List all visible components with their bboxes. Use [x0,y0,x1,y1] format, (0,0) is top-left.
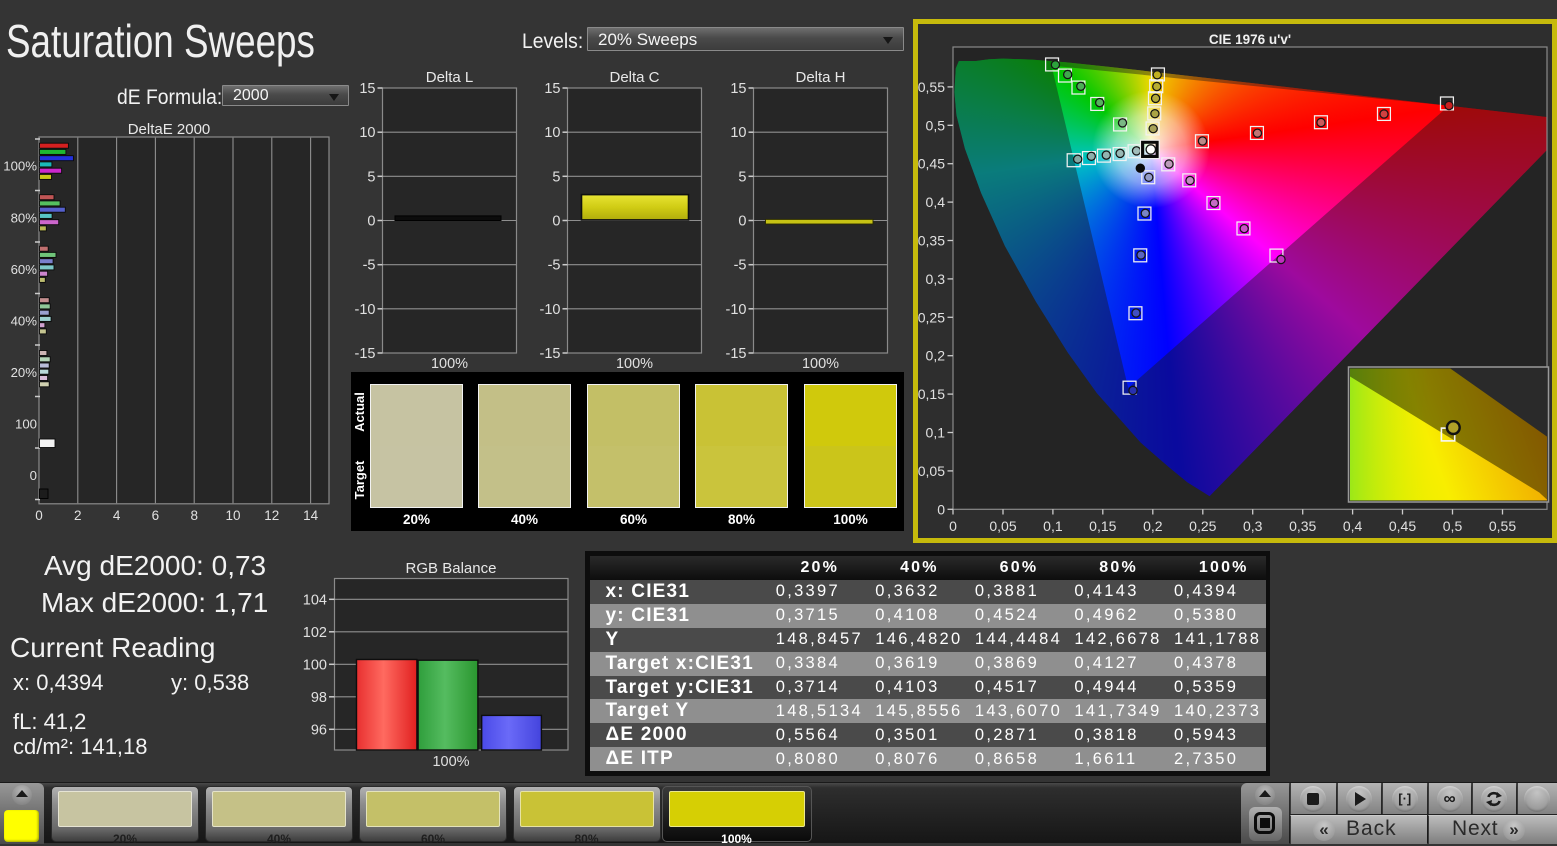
svg-text:102: 102 [303,625,327,641]
svg-text:0,55: 0,55 [918,79,945,95]
svg-text:0,5: 0,5 [926,117,946,133]
svg-text:Target: Target [352,460,367,499]
svg-text:100: 100 [303,657,327,673]
svg-text:0: 0 [738,214,746,230]
svg-text:15: 15 [544,81,560,97]
svg-text:0,2: 0,2 [926,348,946,364]
svg-text:0,35: 0,35 [1289,518,1316,534]
svg-text:Delta L: Delta L [426,69,474,86]
svg-text:0,2: 0,2 [1143,518,1163,534]
svg-text:0,45: 0,45 [918,156,945,172]
svg-text:6: 6 [152,508,160,523]
svg-text:20%: 20% [11,365,38,380]
svg-text:-15: -15 [540,346,561,362]
svg-text:0,55: 0,55 [1489,518,1516,534]
svg-text:0,5: 0,5 [1443,518,1463,534]
svg-text:-5: -5 [734,258,747,274]
svg-text:15: 15 [359,81,375,97]
svg-text:40%: 40% [11,314,38,329]
svg-text:0,25: 0,25 [918,309,945,325]
svg-text:15: 15 [730,81,746,97]
svg-text:12: 12 [264,508,279,523]
svg-text:CIE 1976 u'v': CIE 1976 u'v' [1209,32,1291,47]
svg-text:10: 10 [730,125,746,141]
svg-text:100%: 100% [802,356,839,372]
svg-text:5: 5 [552,169,560,185]
svg-text:80%: 80% [11,211,38,226]
svg-text:60%: 60% [11,262,38,277]
svg-text:DeltaE 2000: DeltaE 2000 [128,121,211,138]
svg-text:0,15: 0,15 [918,386,945,402]
svg-text:100%: 100% [432,754,469,770]
svg-text:0: 0 [937,501,945,517]
svg-text:10: 10 [544,125,560,141]
svg-text:Delta C: Delta C [609,69,659,86]
svg-text:-5: -5 [548,258,561,274]
svg-text:96: 96 [311,722,327,738]
svg-text:0: 0 [30,468,37,483]
svg-text:Delta H: Delta H [795,69,845,86]
svg-text:-10: -10 [726,302,747,318]
svg-text:-15: -15 [355,346,376,362]
svg-text:0,4: 0,4 [1343,518,1363,534]
svg-text:Actual: Actual [352,392,367,432]
svg-text:0,3: 0,3 [926,271,946,287]
svg-text:5: 5 [738,169,746,185]
svg-text:100%: 100% [3,159,37,174]
svg-text:5: 5 [367,169,375,185]
svg-text:100%: 100% [431,356,468,372]
svg-text:0,1: 0,1 [1043,518,1063,534]
svg-text:RGB Balance: RGB Balance [406,560,497,577]
svg-text:0,25: 0,25 [1189,518,1216,534]
svg-text:104: 104 [303,592,327,608]
svg-text:0: 0 [552,214,560,230]
svg-text:14: 14 [303,508,319,523]
svg-text:0,15: 0,15 [1089,518,1116,534]
svg-text:100: 100 [15,417,37,432]
svg-text:4: 4 [113,508,121,523]
svg-text:0,3: 0,3 [1243,518,1263,534]
svg-text:0,05: 0,05 [989,518,1016,534]
svg-text:-10: -10 [355,302,376,318]
svg-text:100%: 100% [616,356,653,372]
svg-text:-10: -10 [540,302,561,318]
svg-text:8: 8 [190,508,198,523]
svg-text:0: 0 [367,214,375,230]
svg-text:0,1: 0,1 [926,425,946,441]
svg-text:-15: -15 [726,346,747,362]
svg-text:0,05: 0,05 [918,463,945,479]
svg-text:0,35: 0,35 [918,233,945,249]
svg-text:0: 0 [949,518,957,534]
svg-text:10: 10 [359,125,375,141]
svg-text:98: 98 [311,690,327,706]
svg-text:0: 0 [35,508,43,523]
svg-text:2: 2 [74,508,82,523]
svg-text:0,45: 0,45 [1389,518,1416,534]
svg-text:0,4: 0,4 [926,194,946,210]
svg-text:-5: -5 [363,258,376,274]
svg-text:10: 10 [225,508,240,523]
